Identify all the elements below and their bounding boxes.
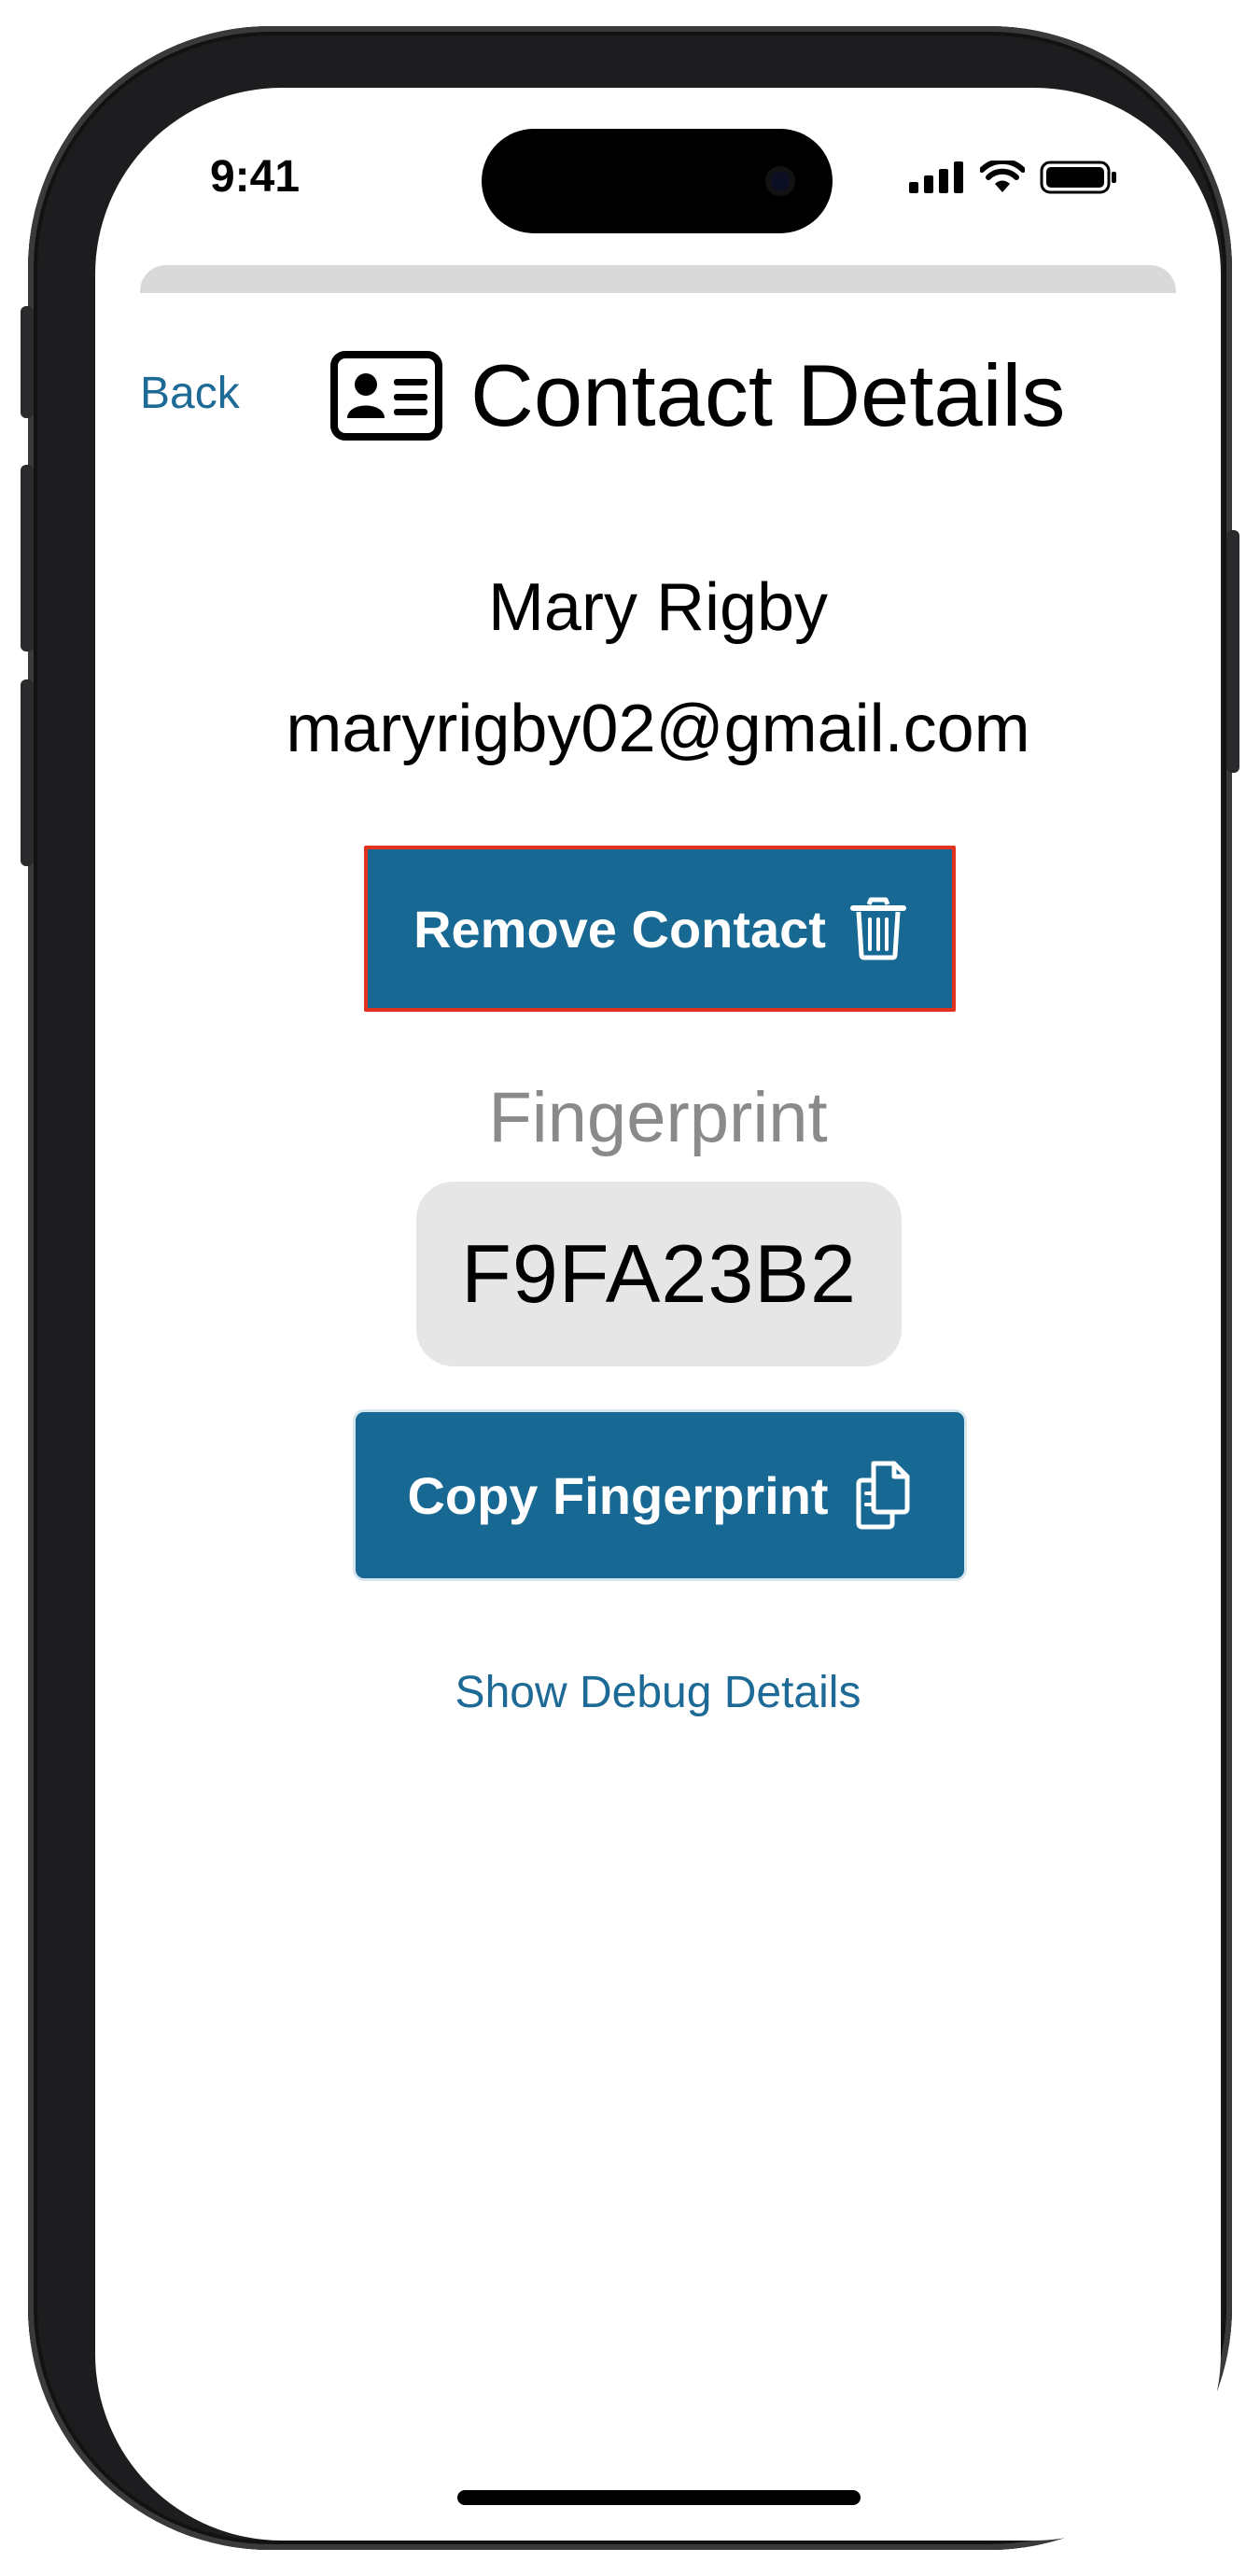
contact-name: Mary Rigby bbox=[487, 570, 829, 645]
copy-icon bbox=[856, 1461, 910, 1530]
camera-icon bbox=[765, 166, 795, 196]
remove-contact-button[interactable]: Remove Contact bbox=[364, 846, 956, 1012]
copy-fingerprint-button[interactable]: Copy Fingerprint bbox=[353, 1409, 967, 1581]
show-debug-details-link[interactable]: Show Debug Details bbox=[95, 1667, 1221, 1718]
screen: 9:41 Back Contact Details Mary Rigby mar… bbox=[95, 88, 1221, 2541]
volume-up-button bbox=[21, 465, 34, 651]
back-button[interactable]: Back bbox=[140, 368, 240, 419]
phone-frame: 9:41 Back Contact Details Mary Rigby mar… bbox=[21, 26, 1239, 2550]
volume-down-button bbox=[21, 679, 34, 866]
home-indicator[interactable] bbox=[457, 2490, 861, 2505]
fingerprint-box: F9FA23B2 bbox=[416, 1182, 902, 1366]
title-group: Contact Details bbox=[330, 340, 1065, 452]
action-button bbox=[21, 306, 34, 418]
dynamic-island bbox=[482, 129, 833, 233]
status-icons bbox=[909, 161, 1118, 194]
battery-icon bbox=[1040, 161, 1116, 194]
power-button bbox=[1226, 530, 1239, 773]
contact-card-icon bbox=[330, 351, 442, 441]
fingerprint-label: Fingerprint bbox=[488, 1078, 828, 1157]
wifi-icon bbox=[980, 161, 1025, 192]
contact-email: maryrigby02@gmail.com bbox=[286, 692, 1030, 766]
nav-bar: Back Contact Details bbox=[95, 340, 1221, 452]
page-title: Contact Details bbox=[470, 346, 1066, 444]
remove-contact-label: Remove Contact bbox=[413, 899, 826, 959]
signal-icon bbox=[909, 161, 963, 193]
fingerprint-value: F9FA23B2 bbox=[461, 1227, 857, 1320]
sheet-top-edge bbox=[140, 265, 1176, 293]
status-time: 9:41 bbox=[209, 152, 301, 202]
trash-icon bbox=[849, 897, 906, 960]
copy-fingerprint-label: Copy Fingerprint bbox=[407, 1465, 829, 1525]
